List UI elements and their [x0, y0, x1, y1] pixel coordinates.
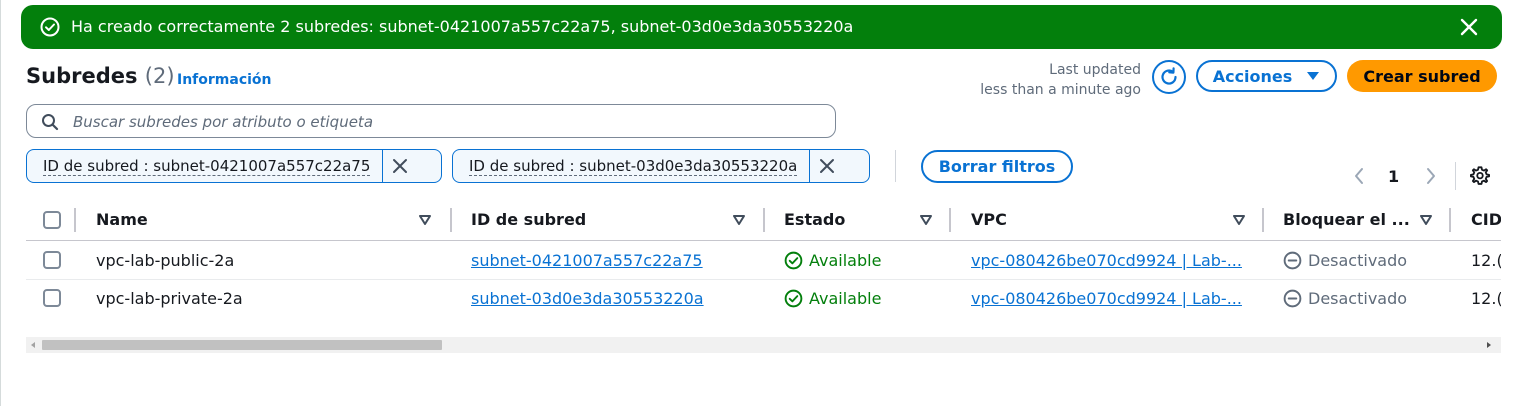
search-icon	[42, 114, 59, 131]
pager-divider	[1455, 162, 1456, 190]
scroll-right-arrow-icon[interactable]	[1487, 342, 1491, 348]
vpc-link[interactable]: vpc-080426be070cd9924 | Lab-...	[971, 251, 1247, 270]
status-text: Available	[809, 251, 882, 270]
remove-filter-button[interactable]	[382, 150, 417, 182]
item-count: (2)	[144, 64, 175, 88]
status-available: Available	[784, 251, 881, 270]
column-header-name[interactable]: Name	[96, 210, 148, 229]
minus-circle-icon	[1283, 251, 1302, 270]
filter-token-label: ID de subred : subnet-0421007a557c22a75	[43, 156, 371, 176]
sort-down-icon[interactable]	[1233, 215, 1245, 225]
chevron-right-icon[interactable]	[1424, 166, 1438, 186]
column-header-vpc[interactable]: VPC	[971, 210, 1007, 229]
check-circle-icon	[784, 251, 803, 270]
flash-message: Ha creado correctamente 2 subredes: subn…	[71, 17, 854, 36]
row-checkbox[interactable]	[43, 289, 61, 307]
page-left-border	[0, 0, 1, 406]
check-circle-icon	[40, 17, 60, 37]
table-row[interactable]: vpc-lab-public-2a subnet-0421007a557c22a…	[26, 241, 1501, 280]
horizontal-scrollbar[interactable]	[26, 337, 1501, 353]
minus-circle-icon	[1283, 289, 1302, 308]
caret-down-icon	[1307, 72, 1320, 80]
column-divider	[74, 208, 76, 232]
close-icon	[393, 159, 408, 173]
filter-token: ID de subred : subnet-03d0e3da30553220a	[452, 149, 870, 183]
column-header-block[interactable]: Bloquear el ...	[1283, 210, 1410, 229]
sort-down-icon[interactable]	[733, 215, 745, 225]
close-icon	[820, 159, 835, 173]
vpc-link[interactable]: vpc-080426be070cd9924 | Lab-...	[971, 289, 1247, 308]
status-text: Available	[809, 289, 882, 308]
filter-divider	[895, 150, 896, 182]
cidr-value: 12.(	[1471, 251, 1501, 270]
page-title-text: Subredes	[26, 64, 138, 88]
filter-token-label: ID de subred : subnet-03d0e3da30553220a	[469, 156, 798, 176]
table-header: Name ID de subred Estado VPC Bloquear el…	[26, 200, 1501, 241]
actions-label: Acciones	[1212, 66, 1293, 86]
column-divider[interactable]	[450, 208, 452, 232]
table-row[interactable]: vpc-lab-private-2a subnet-03d0e3da305532…	[26, 279, 1501, 317]
chevron-left-icon[interactable]	[1352, 166, 1366, 186]
column-header-subnet-id[interactable]: ID de subred	[471, 210, 586, 229]
last-updated-label: Last updated	[1049, 62, 1141, 78]
column-divider[interactable]	[1262, 208, 1264, 232]
info-link[interactable]: Información	[177, 72, 272, 88]
status-available: Available	[784, 289, 881, 308]
close-icon[interactable]	[1458, 16, 1480, 38]
subnet-name: vpc-lab-public-2a	[96, 251, 235, 270]
filter-token: ID de subred : subnet-0421007a557c22a75	[26, 149, 442, 183]
refresh-icon	[1161, 67, 1177, 85]
success-flash-banner: Ha creado correctamente 2 subredes: subn…	[21, 5, 1502, 49]
subnet-name: vpc-lab-private-2a	[96, 289, 243, 308]
remove-filter-button[interactable]	[809, 150, 844, 182]
block-status: Desactivado	[1283, 251, 1407, 270]
sort-down-icon[interactable]	[419, 215, 431, 225]
create-subnet-button[interactable]: Crear subred	[1347, 60, 1497, 92]
column-divider[interactable]	[949, 208, 951, 232]
column-header-status[interactable]: Estado	[784, 210, 845, 229]
subnet-id-link[interactable]: subnet-03d0e3da30553220a	[471, 289, 704, 308]
scrollbar-thumb[interactable]	[42, 340, 442, 350]
cidr-value: 12.(	[1471, 289, 1501, 308]
sort-down-icon[interactable]	[920, 215, 932, 225]
column-divider[interactable]	[1449, 208, 1451, 232]
last-updated: Last updated less than a minute ago	[980, 60, 1141, 100]
clear-filters-button[interactable]: Borrar filtros	[921, 150, 1073, 183]
column-divider[interactable]	[763, 208, 765, 232]
check-circle-icon	[784, 289, 803, 308]
block-status-text: Desactivado	[1308, 251, 1408, 270]
block-status: Desactivado	[1283, 289, 1407, 308]
column-header-cidr[interactable]: CID	[1471, 210, 1501, 229]
actions-dropdown-button[interactable]: Acciones	[1196, 60, 1337, 92]
row-checkbox[interactable]	[43, 251, 61, 269]
subnet-id-link[interactable]: subnet-0421007a557c22a75	[471, 251, 703, 270]
search-input[interactable]	[71, 108, 815, 136]
last-updated-value: less than a minute ago	[980, 82, 1141, 98]
select-all-checkbox[interactable]	[43, 211, 61, 229]
page-title: Subredes (2)	[26, 64, 175, 88]
search-bar	[26, 104, 836, 138]
gear-icon[interactable]	[1469, 165, 1491, 187]
scroll-left-arrow-icon[interactable]	[31, 342, 35, 348]
refresh-button[interactable]	[1152, 60, 1186, 94]
block-status-text: Desactivado	[1308, 289, 1408, 308]
current-page[interactable]: 1	[1388, 167, 1399, 186]
sort-down-icon[interactable]	[1420, 215, 1432, 225]
